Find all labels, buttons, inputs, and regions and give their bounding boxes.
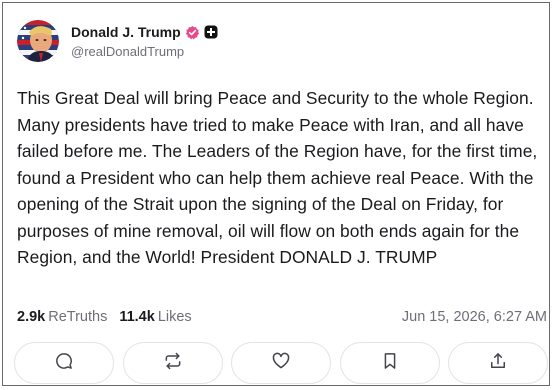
retruth-icon: [163, 351, 183, 376]
post-timestamp[interactable]: Jun 15, 2026, 6:27 AM: [402, 309, 547, 325]
reply-button[interactable]: [14, 342, 114, 384]
verified-badge-icon: [185, 25, 200, 40]
name-row: Donald J. Trump: [71, 23, 218, 41]
share-icon: [488, 351, 508, 376]
post-text: This Great Deal will bring Peace and Sec…: [17, 88, 538, 267]
author-handle[interactable]: @realDonaldTrump: [71, 44, 218, 59]
bookmark-icon: [380, 351, 400, 376]
post-stats: 2.9k ReTruths 11.4k Likes Jun 15, 2026, 6:…: [17, 307, 547, 327]
bookmark-button[interactable]: [339, 342, 440, 384]
retruths-count: 2.9k: [17, 309, 46, 325]
action-bar: [14, 342, 548, 384]
like-button[interactable]: [231, 342, 331, 384]
retruths-stat[interactable]: 2.9k ReTruths: [17, 309, 107, 325]
likes-stat[interactable]: 11.4k Likes: [119, 309, 191, 325]
likes-count: 11.4k: [119, 309, 155, 325]
likes-label: Likes: [157, 309, 192, 325]
post-header: Donald J. Trump @realDonaldTrump: [17, 17, 218, 65]
user-avatar[interactable]: [17, 20, 59, 62]
like-heart-icon: [271, 351, 291, 376]
author-display-name[interactable]: Donald J. Trump: [71, 24, 181, 40]
retruth-button[interactable]: [122, 342, 223, 384]
plus-square-icon: [204, 25, 218, 39]
share-button[interactable]: [448, 342, 548, 384]
post-card: Donald J. Trump @realDonaldTrump This Gr…: [2, 2, 550, 386]
author-names: Donald J. Trump @realDonaldTrump: [71, 23, 218, 59]
reply-icon: [54, 351, 74, 376]
retruths-label: ReTruths: [48, 309, 108, 325]
